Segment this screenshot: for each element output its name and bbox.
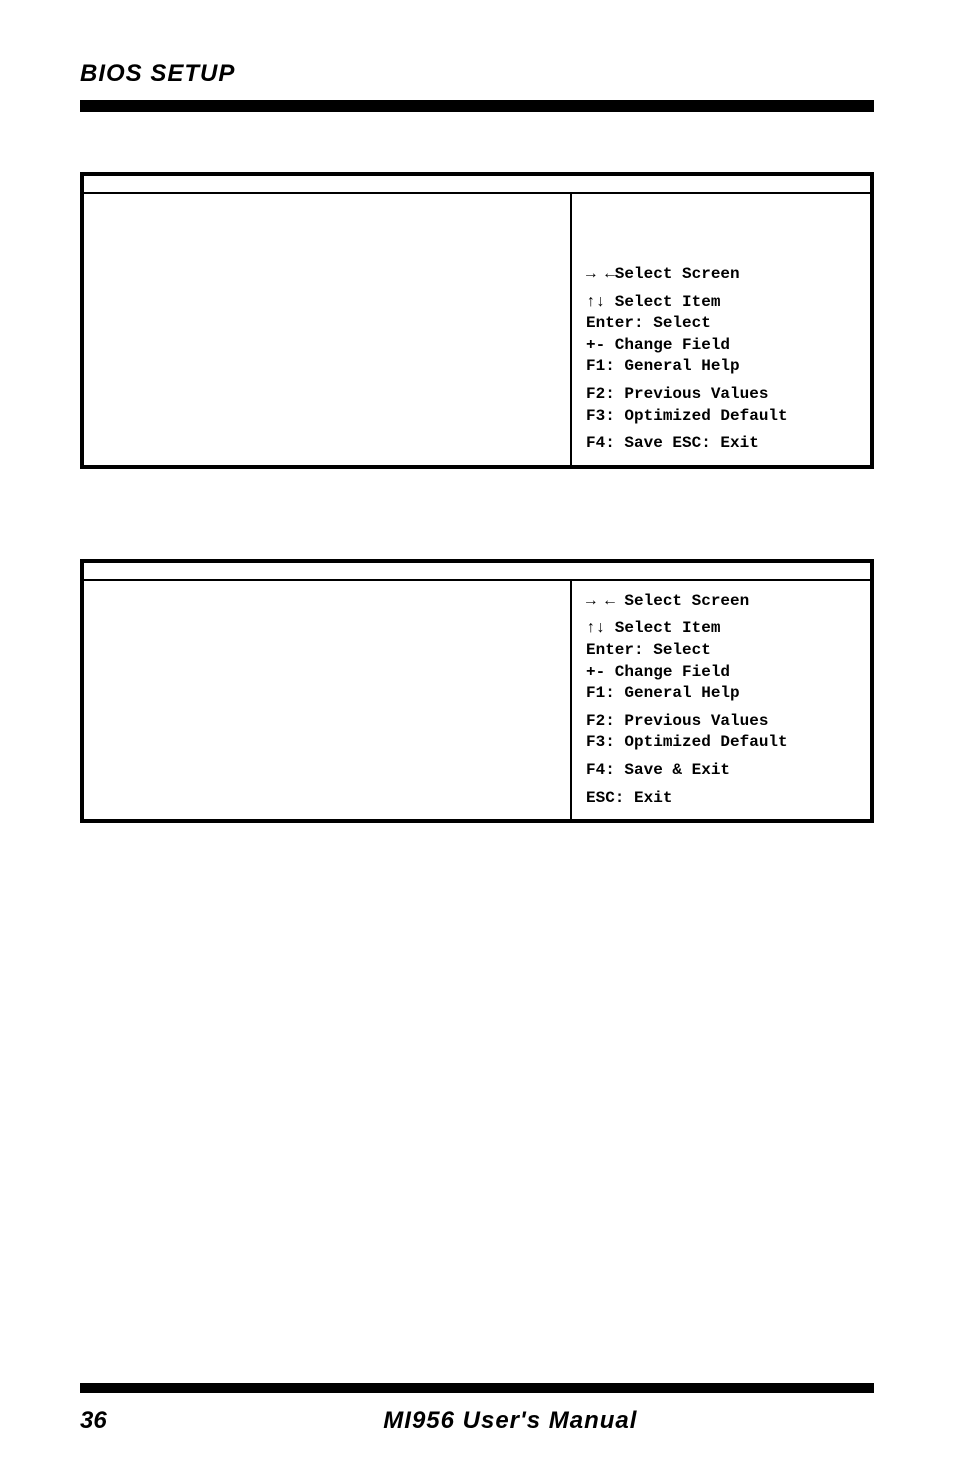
footer-divider	[80, 1383, 874, 1393]
footer: 36 MI956 User's Manual	[80, 1383, 874, 1435]
f3-text: F3: Optimized Default	[586, 406, 858, 428]
f2-text: F2: Previous Values	[586, 384, 858, 406]
esc-text: ESC: Exit	[586, 788, 858, 810]
select-item-text: ↑↓ Select Item	[586, 618, 858, 640]
f1-text: F1: General Help	[586, 356, 858, 378]
bios-box-2-right: → ← Select Screen ↑↓ Select Item Enter: …	[570, 581, 870, 819]
bios-box-1-right: → ←Select Screen ↑↓ Select Item Enter: S…	[570, 194, 870, 465]
bios-box-1-left	[84, 194, 570, 465]
select-item-text: ↑↓ Select Item	[586, 292, 858, 314]
change-field-text: +- Change Field	[586, 335, 858, 357]
f2-text: F2: Previous Values	[586, 711, 858, 733]
page-header-title: BIOS SETUP	[80, 60, 874, 88]
enter-text: Enter: Select	[586, 313, 858, 335]
select-screen-text: → ← Select Screen	[586, 591, 858, 613]
page: BIOS SETUP → ←Select Screen ↑↓ Select It…	[0, 0, 954, 1475]
bios-box-2: → ← Select Screen ↑↓ Select Item Enter: …	[80, 559, 874, 823]
f4-text: F4: Save ESC: Exit	[586, 433, 858, 455]
change-field-text: +- Change Field	[586, 662, 858, 684]
bios-box-2-body: → ← Select Screen ↑↓ Select Item Enter: …	[84, 581, 870, 819]
header-divider	[80, 100, 874, 112]
enter-text: Enter: Select	[586, 640, 858, 662]
bios-box-1: → ←Select Screen ↑↓ Select Item Enter: S…	[80, 172, 874, 469]
bios-box-2-left	[84, 581, 570, 819]
f3-text: F3: Optimized Default	[586, 732, 858, 754]
footer-title: MI956 User's Manual	[147, 1407, 874, 1435]
f1-text: F1: General Help	[586, 683, 858, 705]
select-screen-text: → ←Select Screen	[586, 264, 858, 286]
footer-row: 36 MI956 User's Manual	[80, 1407, 874, 1435]
page-number: 36	[80, 1407, 107, 1435]
bios-box-1-top-strip	[84, 176, 870, 194]
bios-box-2-top-strip	[84, 563, 870, 581]
f4-text: F4: Save & Exit	[586, 760, 858, 782]
bios-box-1-body: → ←Select Screen ↑↓ Select Item Enter: S…	[84, 194, 870, 465]
